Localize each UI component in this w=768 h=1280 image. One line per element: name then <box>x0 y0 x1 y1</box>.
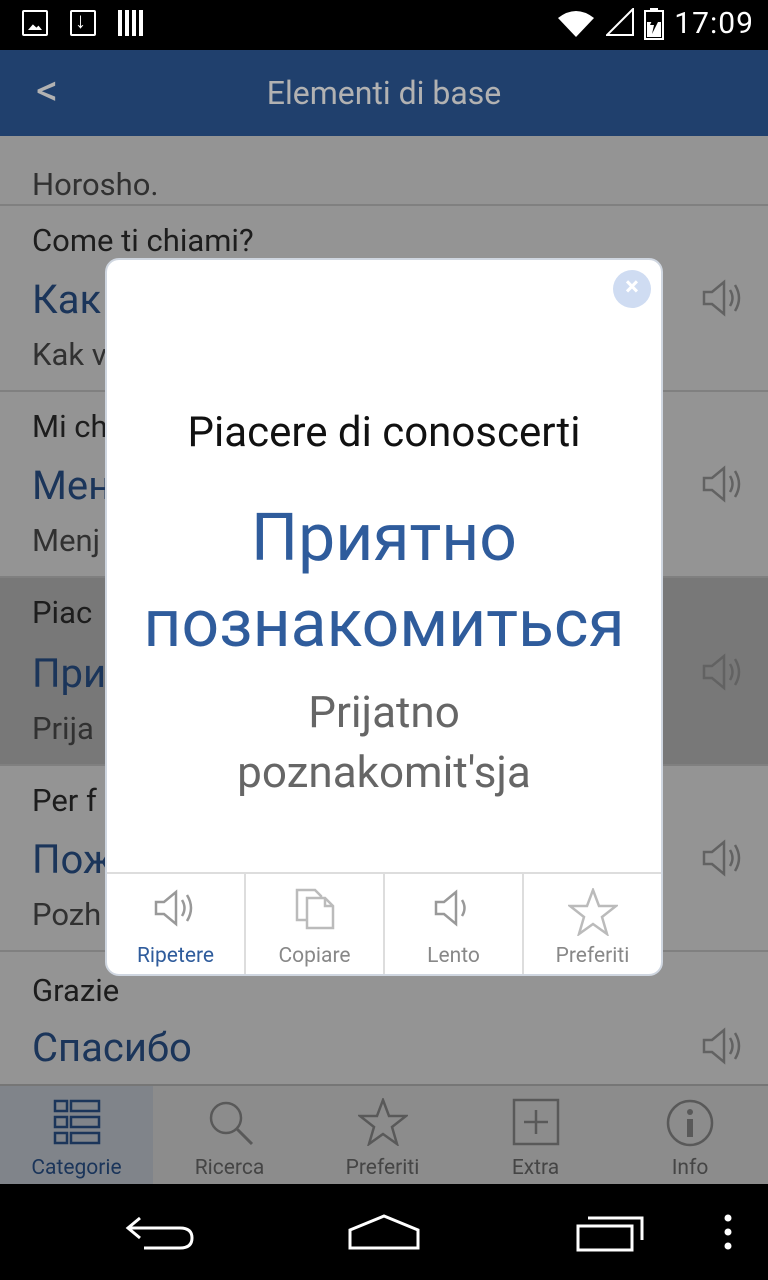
status-bar: 17:09 <box>0 0 768 50</box>
repeat-button[interactable]: Ripetere <box>107 874 246 974</box>
star-icon <box>567 888 618 936</box>
close-button[interactable]: × <box>613 270 651 308</box>
battery-icon <box>644 7 665 40</box>
phrase-dialog: × Piacere di conoscerti Приятно познаком… <box>105 258 663 976</box>
clock: 17:09 <box>674 6 754 41</box>
favorite-label: Preferiti <box>555 944 630 968</box>
copy-button[interactable]: Copiare <box>246 874 385 974</box>
favorite-button[interactable]: Preferiti <box>524 874 661 974</box>
download-notification-icon <box>70 8 96 36</box>
slow-label: Lento <box>427 944 480 968</box>
modal-backdrop-header <box>0 50 768 136</box>
back-nav-icon[interactable] <box>124 1214 196 1250</box>
home-nav-icon[interactable] <box>346 1214 422 1252</box>
image-notification-icon <box>22 10 48 36</box>
dialog-russian-phrase: Приятно познакомиться <box>107 496 661 668</box>
close-icon: × <box>625 272 639 302</box>
dialog-translit-line2: poznakomit'sja <box>237 746 531 798</box>
slow-button[interactable]: Lento <box>385 874 524 974</box>
copy-label: Copiare <box>278 944 351 968</box>
dialog-actions: Ripetere Copiare Lento Preferiti <box>107 872 661 974</box>
recents-nav-icon[interactable] <box>574 1214 646 1252</box>
dialog-russian-line2: познакомиться <box>143 586 625 663</box>
copy-icon <box>295 888 334 930</box>
system-nav-bar <box>0 1184 768 1280</box>
dialog-transliteration: Prijatno poznakomit'sja <box>107 682 661 802</box>
dialog-russian-line1: Приятно <box>251 500 517 577</box>
speaker-icon <box>154 889 192 927</box>
signal-icon <box>604 6 635 40</box>
dialog-translit-line1: Prijatno <box>308 686 460 738</box>
repeat-label: Ripetere <box>136 944 215 968</box>
speaker-slow-icon <box>434 889 466 927</box>
menu-nav-icon[interactable] <box>722 1214 734 1250</box>
dialog-italian-phrase: Piacere di conoscerti <box>187 408 581 457</box>
library-notification-icon <box>118 10 144 36</box>
wifi-icon <box>556 10 596 38</box>
